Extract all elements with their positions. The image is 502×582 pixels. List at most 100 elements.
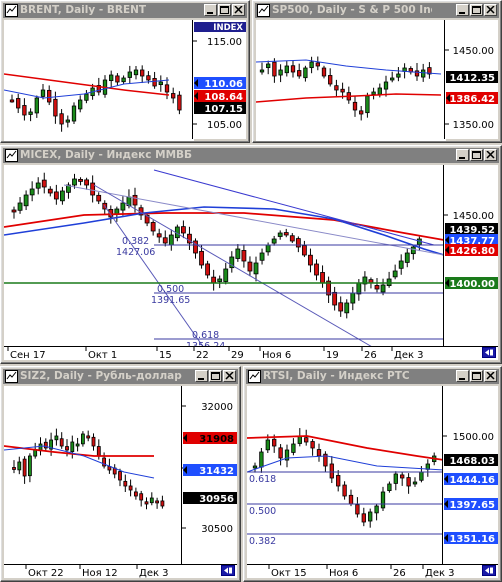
x-tick-label: Дек 3	[425, 568, 455, 579]
siz2-chart-area[interactable]: 320003150030500319083143230956 Окт 22Ноя…	[4, 386, 237, 579]
maximize-button[interactable]	[470, 370, 483, 382]
rtsi-title: RTSI, Daily - Индекс РТС	[263, 370, 410, 382]
minimize-button[interactable]	[195, 370, 208, 382]
brent-candle	[140, 69, 145, 77]
micex-chart-window[interactable]: MICEX, Daily - Индекс ММВБ 0.382 1427.06 0…	[0, 145, 502, 364]
sp500-candle	[371, 91, 376, 95]
rtsi-candle	[252, 465, 258, 469]
scroll-to-end-icon[interactable]	[482, 347, 496, 358]
rtsi-candle	[374, 505, 379, 514]
sp500-candle	[266, 63, 271, 69]
brent-candle	[22, 105, 27, 116]
minimize-button[interactable]	[456, 4, 469, 16]
rtsi-price-plot[interactable]: 0.618 0.500 0.382	[247, 386, 444, 566]
micex-candle	[283, 232, 289, 236]
brent-candle	[53, 98, 58, 117]
maximize-button[interactable]	[218, 4, 231, 16]
micex-title-bar[interactable]: MICEX, Daily - Индекс ММВБ	[3, 148, 499, 163]
rtsi-candle	[419, 471, 424, 481]
rtsi-candle	[361, 513, 366, 523]
sp500-title-bar[interactable]: SP500, Daily - S & P 500 Index	[255, 3, 499, 18]
x-tick-label: Окт 15	[271, 568, 307, 579]
sp500-chart-window[interactable]: SP500, Daily - S & P 500 Index 1450.00 13…	[252, 0, 502, 143]
close-button[interactable]	[484, 370, 497, 382]
brent-title-bar[interactable]: BRENT, Daily - BRENT	[3, 3, 247, 18]
close-button[interactable]	[484, 4, 497, 16]
rtsi-candle	[304, 437, 309, 443]
micex-candle	[156, 233, 162, 238]
minimize-button[interactable]	[204, 4, 217, 16]
close-button[interactable]	[232, 4, 245, 16]
rtsi-candle	[291, 443, 296, 453]
x-tick-label: 15	[159, 350, 172, 361]
sp500-candle	[290, 65, 296, 73]
y-tick-label: 1500.00	[453, 432, 494, 443]
siz2-candle	[65, 446, 69, 451]
x-tick-label: 26	[364, 350, 377, 361]
minimize-button[interactable]	[456, 370, 469, 382]
maximize-button[interactable]	[209, 370, 222, 382]
sp500-price-scale[interactable]: 1450.00 1350.00 1412.35 1386.42	[444, 20, 498, 139]
rtsi-chart-window[interactable]: RTSI, Daily - Индекс РТС 0.618 0.500 0.382…	[243, 366, 502, 582]
brent-chart-area[interactable]: INDEX 115.00 105.00 110.06 108.64 107.15	[4, 20, 246, 141]
maximize-button[interactable]	[470, 4, 483, 16]
siz2-time-axis[interactable]: Окт 22 Ноя 12 Дек 3	[4, 564, 237, 579]
micex-price-plot[interactable]: 0.3821427.060.5001391.650.6181356.24	[4, 165, 445, 348]
close-button[interactable]	[484, 149, 497, 161]
micex-time-axis[interactable]: Сен 17 Окт 1 15 22 29 Ноя 6 19 26 Дек 3	[4, 346, 498, 361]
sp500-candle	[309, 61, 314, 69]
micex-candle	[320, 272, 325, 284]
fib-level-label: 0.382	[249, 536, 276, 547]
micex-chart-area[interactable]: 0.382 1427.06 0.500 1391.65 0.618 1356.24 145…	[4, 165, 498, 361]
brent-candle	[177, 94, 182, 111]
siz2-price-scale[interactable]: 320003150030500319083143230956	[181, 386, 237, 564]
price-tag-label: 1444.16	[449, 475, 495, 486]
micex-candle	[41, 179, 47, 188]
siz2-price-plot[interactable]	[4, 386, 183, 566]
brent-candle	[133, 69, 139, 76]
micex-candle	[265, 244, 271, 253]
minimize-button[interactable]	[456, 149, 469, 161]
brent-chart-window[interactable]: BRENT, Daily - BRENT INDEX 115.00 105.00 11…	[0, 0, 250, 143]
siz2-candle	[160, 500, 165, 507]
siz2-title-bar[interactable]: SIZ2, Daily - Рубль-доллар	[3, 369, 238, 384]
micex-candle	[60, 190, 65, 202]
sp500-chart-area[interactable]: 1450.00 1350.00 1412.35 1386.42	[256, 20, 498, 141]
sp500-price-plot[interactable]	[256, 20, 446, 141]
rtsi-time-axis[interactable]: Окт 15 Ноя 6 26 Дек 3	[247, 564, 498, 579]
chart-app-icon	[257, 4, 270, 17]
rtsi-candle	[265, 439, 270, 451]
siz2-chart-window[interactable]: SIZ2, Daily - Рубль-доллар 3200031500305…	[0, 366, 241, 582]
sp500-candle	[315, 62, 320, 67]
rtsi-candle	[406, 477, 411, 487]
brent-price-scale[interactable]: INDEX 115.00 105.00 110.06 108.64 107.15	[192, 20, 246, 139]
micex-candle	[17, 202, 23, 211]
siz2-candle	[91, 436, 96, 447]
siz2-candle	[128, 485, 133, 491]
sp500-ma-blue	[256, 59, 442, 75]
brent-price-plot[interactable]	[4, 20, 194, 141]
rtsi-candle	[348, 494, 354, 505]
micex-candle	[404, 252, 410, 263]
rtsi-price-scale[interactable]: 1500.00 1468.03 1444.16 1397.65 1351.16	[442, 386, 498, 564]
brent-candle	[164, 84, 170, 93]
micex-candle	[162, 237, 168, 244]
brent-candle	[158, 81, 163, 86]
sp500-candle	[297, 70, 302, 77]
chart-app-icon	[5, 4, 18, 17]
micex-candle	[289, 235, 295, 242]
micex-price-scale[interactable]: 1450.00 1439.52 1437.77 1426.80 1400.00	[443, 165, 498, 346]
fib-value-label: 1391.65	[151, 295, 190, 306]
fib-level-label: 0.618	[249, 474, 276, 485]
micex-candle	[132, 194, 138, 206]
scroll-to-end-icon[interactable]	[482, 565, 496, 576]
rtsi-chart-area[interactable]: 0.618 0.500 0.382 1500.00 1468.03 1444.16 139…	[247, 386, 498, 579]
price-tag-label: 30956	[199, 494, 234, 505]
scroll-to-end-icon[interactable]	[221, 565, 235, 576]
maximize-button[interactable]	[470, 149, 483, 161]
sp500-candle	[340, 88, 345, 93]
rtsi-title-bar[interactable]: RTSI, Daily - Индекс РТС	[246, 369, 499, 384]
micex-candle	[259, 252, 265, 261]
close-button[interactable]	[223, 370, 236, 382]
siz2-candle	[12, 467, 16, 470]
